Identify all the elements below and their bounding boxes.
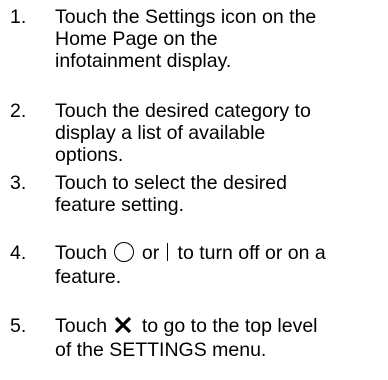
step-text-or: or <box>136 242 165 265</box>
step-number: 5. <box>10 315 27 337</box>
step-number: 2. <box>10 100 27 122</box>
off-circle-icon <box>114 242 135 262</box>
step-line: feature. <box>55 266 122 288</box>
close-x-icon <box>115 316 132 334</box>
step-text-before-icon: Touch <box>55 242 113 265</box>
step-text-before-icon: Touch <box>55 315 113 338</box>
step-line: Touch to select the desired <box>55 172 287 194</box>
step-line: Touch to go to the top level <box>55 315 385 339</box>
step-text-after-icon: to go to the top level <box>136 315 318 338</box>
step-number: 1. <box>10 6 27 28</box>
step-text: Touch to select the desired feature sett… <box>55 172 385 216</box>
step-text: Touch the Settings icon on the Home Page… <box>55 6 385 72</box>
step-line: Touch the desired category to <box>55 100 311 122</box>
step-line: Home Page on the <box>55 28 218 50</box>
step-text-after-icon: to turn off or on a <box>172 242 326 265</box>
step-line: display a list of available <box>55 122 266 144</box>
step-line: of the SETTINGS menu. <box>55 339 267 361</box>
step-line: options. <box>55 144 124 166</box>
step-number: 3. <box>10 172 27 194</box>
step-line: Touch the Settings icon on the <box>55 6 317 28</box>
step-text: Touch to go to the top level of the SETT… <box>55 315 385 361</box>
step-text: Touch or to turn off or on a feature. <box>55 242 385 288</box>
step-line: infotainment display. <box>55 50 232 72</box>
step-text: Touch the desired category to display a … <box>55 100 385 166</box>
on-bar-icon <box>166 243 169 261</box>
step-number: 4. <box>10 242 27 264</box>
step-line: Touch or to turn off or on a <box>55 242 385 266</box>
step-line: feature setting. <box>55 194 184 216</box>
